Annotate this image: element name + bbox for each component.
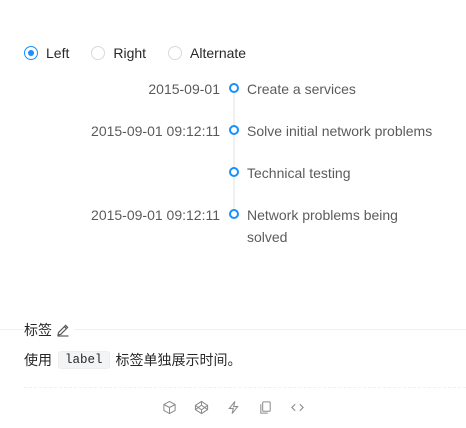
section-description: 使用 label 标签单独展示时间。 bbox=[24, 350, 242, 370]
timeline-dot bbox=[229, 167, 239, 177]
timeline-item-content: Technical testing bbox=[247, 165, 351, 181]
timeline-tail-line bbox=[233, 92, 235, 214]
timeline-dot bbox=[229, 209, 239, 219]
code-box-actions bbox=[0, 399, 466, 415]
timeline-dot bbox=[229, 83, 239, 93]
section-divider: 标签 bbox=[0, 320, 466, 340]
section-title: 标签 bbox=[24, 322, 52, 338]
timeline: 2015-09-01 Create a services 2015-09-01 … bbox=[0, 0, 466, 300]
timeline-item-label: 2015-09-01 09:12:11 bbox=[91, 123, 220, 139]
timeline-item-label: 2015-09-01 09:12:11 bbox=[91, 207, 220, 223]
timeline-item-label: 2015-09-01 bbox=[148, 81, 220, 97]
timeline-item-content: Network problems being solved bbox=[247, 207, 398, 245]
timeline-item-content: Create a services bbox=[247, 81, 356, 97]
section-title-wrap: 标签 bbox=[24, 320, 74, 340]
stackblitz-icon[interactable] bbox=[225, 399, 241, 415]
code-label: label bbox=[58, 351, 110, 369]
desc-before: 使用 bbox=[24, 352, 52, 368]
actions-separator bbox=[24, 387, 466, 388]
desc-after: 标签单独展示时间。 bbox=[115, 352, 242, 368]
timeline-dot bbox=[229, 125, 239, 135]
copy-icon[interactable] bbox=[257, 399, 273, 415]
codepen-icon[interactable] bbox=[193, 399, 209, 415]
timeline-item-content: Solve initial network problems bbox=[247, 123, 433, 139]
codesandbox-icon[interactable] bbox=[161, 399, 177, 415]
code-icon[interactable] bbox=[289, 399, 305, 415]
edit-icon[interactable] bbox=[56, 323, 70, 337]
